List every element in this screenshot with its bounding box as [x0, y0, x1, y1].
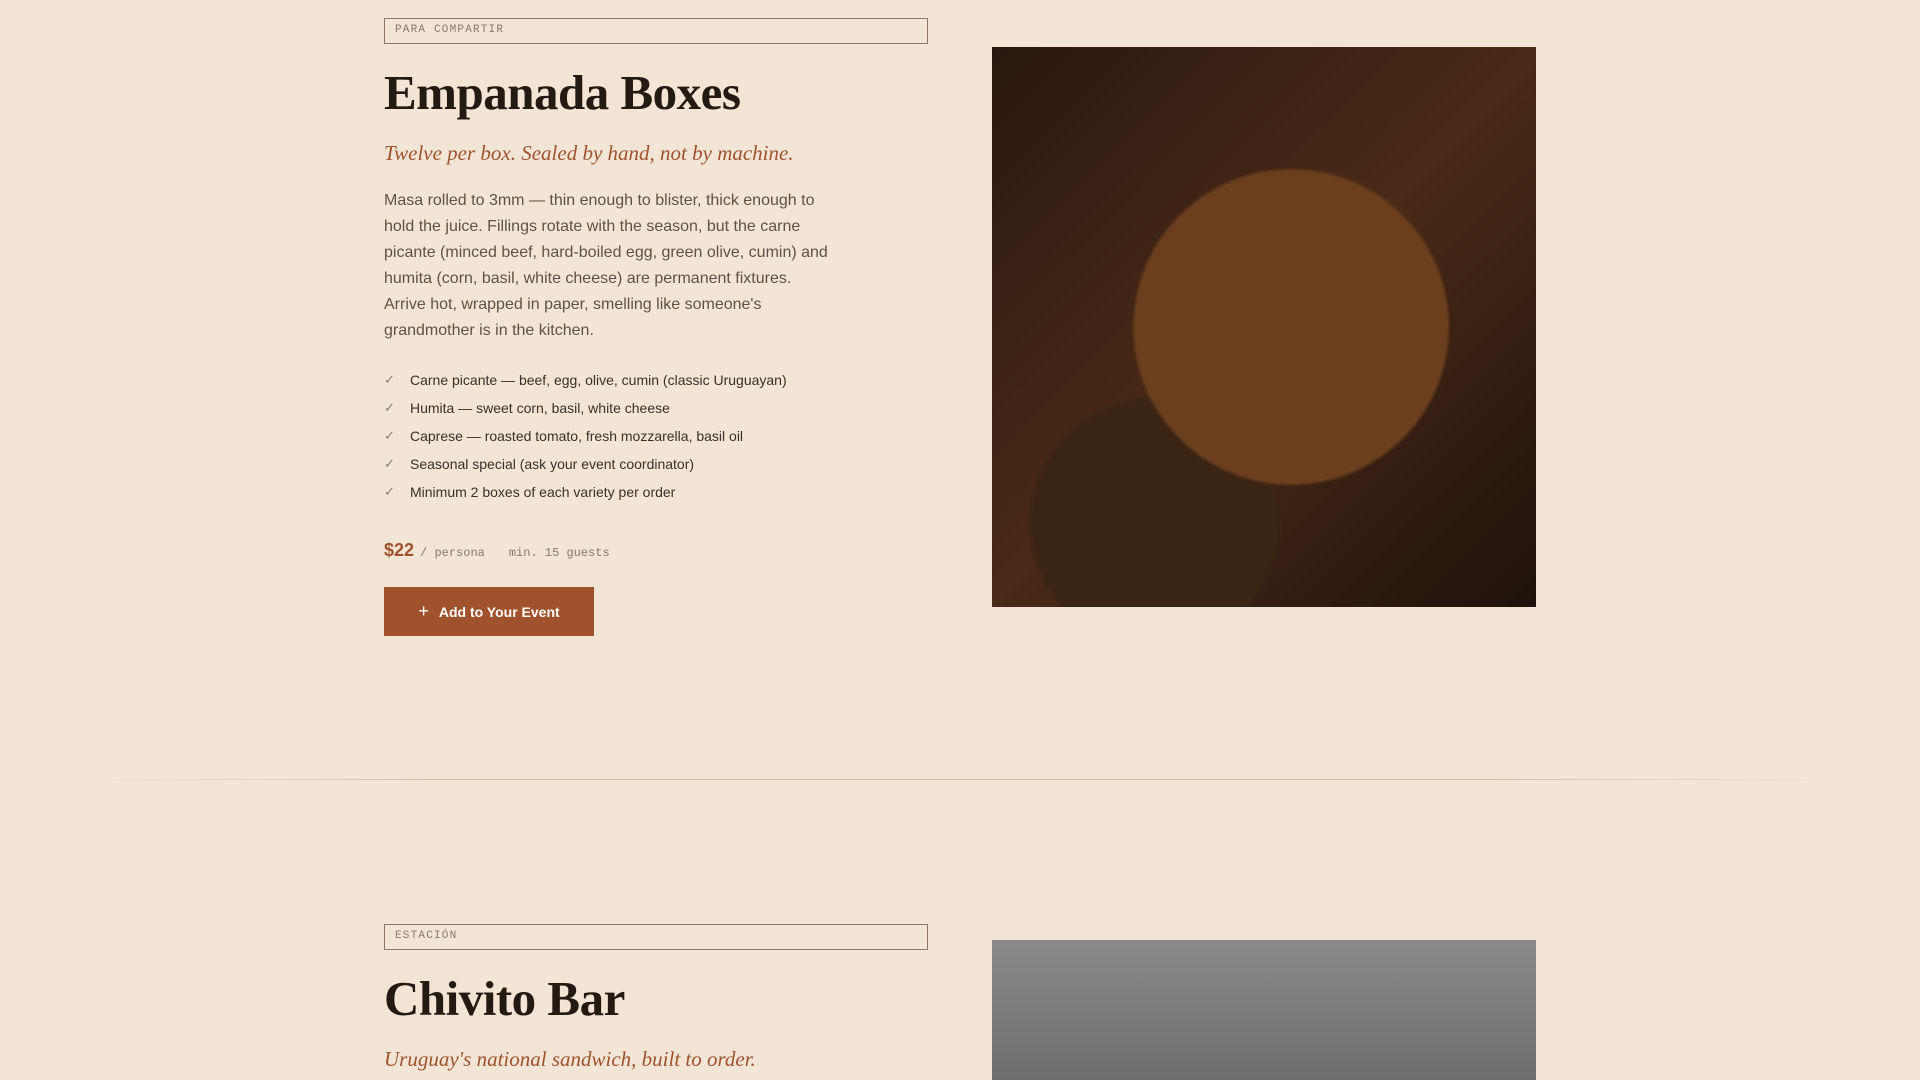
product-tagline: Uruguay's national sandwich, built to or… — [384, 1047, 756, 1071]
add-to-event-button[interactable]: + Add to Your Event — [384, 587, 594, 636]
feature-item: ✓ Seasonal special (ask your event coordi… — [384, 456, 695, 472]
empanada-content: PARA COMPARTIR Empanada Boxes Twelve per… — [384, 18, 928, 636]
chivito-content: ESTACIÓN Chivito Bar Uruguay's national … — [384, 924, 928, 1072]
price: $22 — [384, 540, 415, 560]
check-icon: ✓ — [384, 372, 395, 387]
category-tag: PARA COMPARTIR — [384, 18, 928, 44]
pricing: $22 / persona min. 15 guests — [384, 540, 928, 561]
check-icon: ✓ — [384, 400, 395, 415]
feature-item: ✓ Minimum 2 boxes of each variety per ord… — [384, 484, 676, 500]
feature-item: ✓ Humita — sweet corn, basil, white chees… — [384, 400, 670, 416]
empanada-photo — [992, 47, 1536, 607]
section-divider — [80, 779, 1840, 780]
product-tagline: Twelve per box. Sealed by hand, not by m… — [384, 141, 794, 165]
price-unit: / persona — [420, 546, 485, 560]
feature-list: ✓ Carne picante — beef, egg, olive, cumin… — [384, 366, 928, 506]
product-description: Masa rolled to 3mm — thin enough to blis… — [384, 192, 828, 339]
feature-item: ✓ Carne picante — beef, egg, olive, cumin… — [384, 372, 787, 388]
check-icon: ✓ — [384, 484, 395, 499]
feature-item: ✓ Caprese — roasted tomato, fresh mozzare… — [384, 428, 744, 444]
category-tag: ESTACIÓN — [384, 924, 928, 950]
check-icon: ✓ — [384, 428, 395, 443]
product-title: Chivito Bar — [384, 971, 625, 1026]
chivito-photo — [992, 940, 1536, 1080]
check-icon: ✓ — [384, 456, 395, 471]
product-title: Empanada Boxes — [384, 65, 741, 120]
min-guests: min. 15 guests — [508, 546, 610, 560]
add-to-event-label: Add to Your Event — [438, 603, 560, 620]
plus-icon: + — [418, 601, 429, 621]
